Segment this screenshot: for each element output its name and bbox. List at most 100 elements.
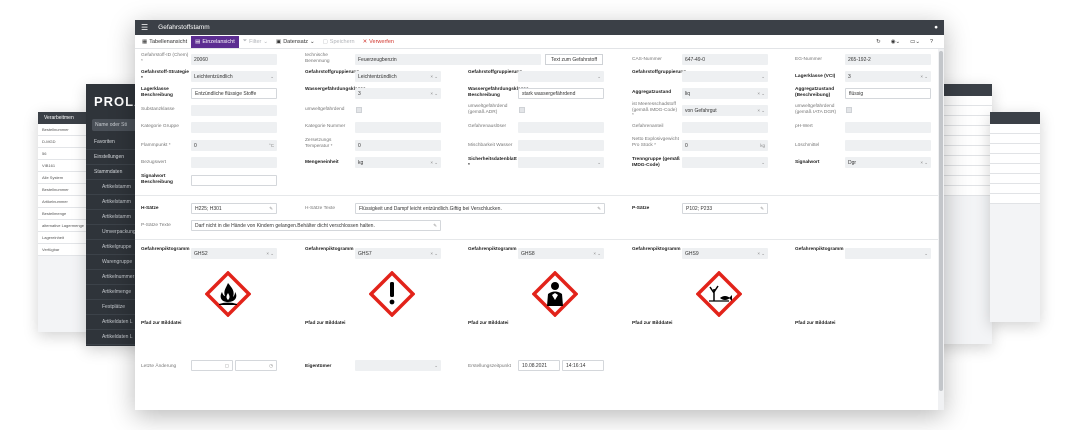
view-icon[interactable]: ◉⌄: [891, 39, 900, 45]
aggr-select[interactable]: liq × ⌄: [682, 88, 768, 99]
pictogram-select[interactable]: GHS8 × ⌄: [518, 248, 604, 259]
wgk-desc-field[interactable]: stark wassergefährdend: [518, 88, 604, 99]
wgk-select[interactable]: 3 × ⌄: [355, 88, 441, 99]
pictogram-select[interactable]: ⌄: [845, 248, 931, 259]
print-icon[interactable]: ▭⌄: [910, 39, 920, 45]
lagerklasse-select[interactable]: 3 × ⌄: [845, 71, 931, 82]
me-select[interactable]: kg × ⌄: [355, 157, 441, 168]
ptexte-field[interactable]: Darf nicht in die Hände von Kindern gela…: [191, 220, 441, 231]
env-iata-checkbox[interactable]: [846, 107, 852, 113]
kg-field[interactable]: [191, 122, 277, 133]
env-checkbox[interactable]: [356, 107, 362, 113]
strategy-select[interactable]: Leichtentzündlich ⌄: [191, 71, 277, 82]
table-view-button[interactable]: ▦ Tabellenansicht: [138, 36, 191, 48]
misch-field[interactable]: [518, 140, 604, 151]
clear-chevron-icon[interactable]: × ⌄: [757, 251, 765, 257]
refresh-icon[interactable]: ↻: [876, 39, 881, 45]
table-view-label: Tabellenansicht: [149, 38, 188, 45]
hsaetze-field[interactable]: H225; H301 ✎: [191, 203, 277, 214]
sdb-select[interactable]: ⌄: [518, 157, 604, 168]
label-loesch: Löschmittel: [795, 143, 820, 148]
user-icon[interactable]: ●: [934, 24, 938, 31]
label-pictogram: Gefahrenpiktogramm: [795, 247, 844, 252]
edit-icon[interactable]: ✎: [269, 206, 273, 212]
clear-chevron-icon[interactable]: × ⌄: [593, 251, 601, 257]
psaetze-field[interactable]: P102; P233 ✎: [682, 203, 768, 214]
created-date[interactable]: 10.08.2021: [518, 360, 560, 371]
pictogram-select[interactable]: GHS9 × ⌄: [682, 248, 768, 259]
lk-desc-field[interactable]: Entzündliche flüssige Stoffe: [191, 88, 277, 99]
bezug-field[interactable]: [191, 157, 277, 168]
id-field[interactable]: 20060: [191, 54, 277, 65]
pictogram-select[interactable]: GHS7 × ⌄: [355, 248, 441, 259]
sw-select[interactable]: Dgr × ⌄: [845, 157, 931, 168]
filter-button[interactable]: ⏷ Filter ⌄: [239, 36, 272, 48]
clear-chevron-icon[interactable]: × ⌄: [430, 160, 438, 166]
aggr-desc-field[interactable]: flüssig: [845, 88, 931, 99]
ga-field[interactable]: [682, 122, 768, 133]
toolbar: ▦ Tabellenansicht ▤ Einzelansicht ⏷ Filter ⌄…: [135, 35, 944, 49]
label-ga: Gefahrenanteil: [632, 124, 664, 129]
created-time-value: 14:16:14: [566, 362, 586, 369]
last-change-time[interactable]: ◷: [235, 360, 277, 371]
clear-chevron-icon[interactable]: × ⌄: [757, 91, 765, 97]
label-swb: Signalwort Beschreibung: [141, 174, 173, 185]
kn-field[interactable]: [355, 122, 441, 133]
clear-chevron-icon[interactable]: × ⌄: [920, 74, 928, 80]
clear-chevron-icon[interactable]: × ⌄: [430, 74, 438, 80]
flash-field[interactable]: 0 °C: [191, 140, 277, 151]
group3-select[interactable]: ⌄: [682, 71, 768, 82]
created-time[interactable]: 14:16:14: [562, 360, 604, 371]
loesch-field[interactable]: [845, 140, 931, 151]
record-button[interactable]: ▣ Datensatz ⌄: [272, 36, 319, 48]
name-field[interactable]: Feuerzeugbenzin: [355, 54, 541, 65]
lk-desc-value: Entzündliche flüssige Stoffe: [195, 90, 257, 97]
edit-icon[interactable]: ✎: [760, 206, 764, 212]
text-to-substance-button[interactable]: Text zum Gefahrstoff: [545, 54, 603, 65]
owner-select[interactable]: ⌄: [355, 360, 441, 371]
single-view-button[interactable]: ▤ Einzelansicht: [191, 35, 239, 48]
save-button[interactable]: ▢ Speichern: [319, 36, 359, 48]
wgk-desc-value: stark wassergefährdend: [522, 90, 576, 97]
swb-field[interactable]: [191, 175, 277, 186]
edit-icon[interactable]: ✎: [597, 206, 601, 212]
htexte-field[interactable]: Flüssigkeit und Dampf leicht entzündlich…: [355, 203, 605, 214]
clock-icon[interactable]: ◷: [269, 363, 273, 369]
scrollbar[interactable]: [938, 49, 944, 410]
group2-select[interactable]: ⌄: [518, 71, 604, 82]
group-select[interactable]: Leichtentzündlich × ⌄: [355, 71, 441, 82]
calendar-icon[interactable]: ▢: [225, 363, 229, 369]
last-change-date[interactable]: ▢: [191, 360, 233, 371]
clear-chevron-icon[interactable]: × ⌄: [430, 251, 438, 257]
discard-button[interactable]: ✕ Verwerfen: [359, 36, 398, 48]
label-subst: Substanzklasse: [141, 107, 175, 112]
pictogram-value: GHS9: [685, 250, 699, 257]
subst-field[interactable]: [191, 105, 277, 116]
netto-field[interactable]: 0 kg: [682, 140, 768, 151]
marine-select[interactable]: von Gefahrgut × ⌄: [682, 105, 768, 116]
ph-field[interactable]: [845, 122, 931, 133]
clear-chevron-icon[interactable]: × ⌄: [757, 108, 765, 114]
env-adr-checkbox[interactable]: [519, 107, 525, 113]
label-image-path: Pfad zur Bilddatei: [632, 321, 673, 326]
clear-chevron-icon[interactable]: × ⌄: [430, 91, 438, 97]
cas-field[interactable]: 647-49-0: [682, 54, 768, 65]
marine-value: von Gefahrgut: [685, 107, 717, 114]
gs-field[interactable]: [518, 122, 604, 133]
tg-select[interactable]: ⌄: [682, 157, 768, 168]
decomp-value: 0: [358, 142, 361, 149]
scroll-thumb[interactable]: [939, 51, 943, 391]
strategy-value: Leichtentzündlich: [194, 73, 233, 80]
clear-chevron-icon[interactable]: × ⌄: [266, 251, 274, 257]
edit-icon[interactable]: ✎: [433, 223, 437, 229]
background-window-far-right: [990, 112, 1040, 322]
window-title: Gefahrstoffstamm: [158, 24, 210, 31]
decomp-field[interactable]: 0: [355, 140, 441, 151]
pictogram-value: GHS2: [194, 250, 208, 257]
hamburger-menu-icon[interactable]: ☰: [141, 23, 148, 32]
flame-icon: [204, 270, 252, 318]
help-icon[interactable]: ?: [930, 39, 933, 45]
pictogram-select[interactable]: GHS2 × ⌄: [191, 248, 277, 259]
eg-field[interactable]: 265-192-2: [845, 54, 931, 65]
clear-chevron-icon[interactable]: × ⌄: [920, 160, 928, 166]
